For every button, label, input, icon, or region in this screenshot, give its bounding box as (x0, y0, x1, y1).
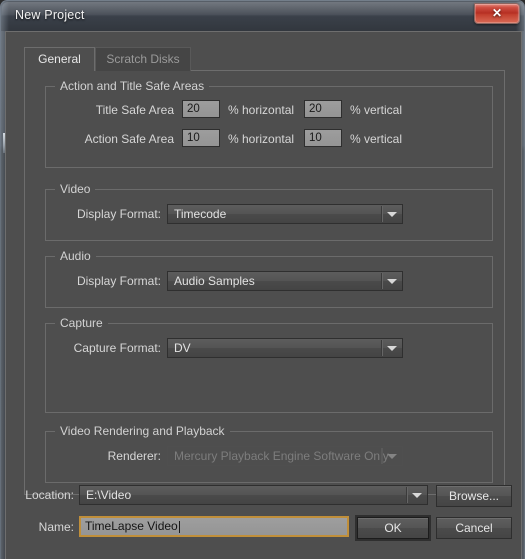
chevron-down-icon (387, 212, 397, 217)
action-safe-area-label: Action Safe Area (84, 132, 174, 146)
capture-format-label: Capture Format: (73, 341, 161, 355)
group-capture: Capture Capture Format: DV (45, 316, 493, 413)
group-video-rendering-and-playback: Video Rendering and Playback Renderer: M… (45, 424, 493, 483)
title-safe-area-horizontal-input[interactable]: 20 (182, 100, 220, 118)
new-project-dialog-window: New Project ✕ General Scratch Disks Acti… (0, 0, 525, 559)
chevron-down-icon (387, 454, 397, 459)
title-safe-vertical-unit-label: % vertical (350, 103, 403, 117)
video-display-format-value: Timecode (174, 207, 227, 221)
tab-scratch-disks[interactable]: Scratch Disks (95, 47, 191, 71)
action-safe-area-vertical-input[interactable]: 10 (304, 129, 342, 147)
video-display-format-separator (381, 206, 383, 222)
renderer-label: Renderer: (107, 449, 161, 463)
tab-general[interactable]: General (24, 47, 95, 71)
close-button[interactable]: ✕ (474, 3, 520, 24)
audio-display-format-dropdown[interactable]: Audio Samples (167, 271, 403, 291)
chevron-down-icon (412, 493, 422, 498)
audio-display-format-separator (381, 273, 383, 289)
cancel-button[interactable]: Cancel (436, 517, 512, 539)
video-display-format-label: Display Format: (76, 207, 161, 221)
location-dropdown[interactable]: E:\Video (79, 485, 428, 505)
location-separator (406, 487, 408, 503)
action-safe-area-horizontal-input[interactable]: 10 (182, 129, 220, 147)
group-title-capture: Capture (55, 316, 108, 330)
tab-panel-general: Action and Title Safe Areas Title Safe A… (24, 70, 505, 495)
renderer-value: Mercury Playback Engine Software Only (174, 449, 389, 463)
capture-format-separator (381, 340, 383, 356)
group-title-rendering: Video Rendering and Playback (55, 424, 230, 438)
close-icon: ✕ (491, 6, 503, 20)
tab-panel-seam (25, 70, 94, 71)
title-safe-area-vertical-input[interactable]: 20 (304, 100, 342, 118)
action-safe-horizontal-unit-label: % horizontal (228, 132, 295, 146)
chevron-down-icon (387, 279, 397, 284)
ok-button[interactable]: OK (357, 517, 429, 539)
location-value: E:\Video (86, 488, 132, 502)
renderer-dropdown: Mercury Playback Engine Software Only (167, 446, 403, 466)
group-action-and-title-safe-areas: Action and Title Safe Areas Title Safe A… (45, 79, 493, 168)
capture-format-dropdown[interactable]: DV (167, 338, 403, 358)
chevron-down-icon (387, 346, 397, 351)
group-title-video: Video (55, 182, 96, 196)
title-safe-area-label: Title Safe Area (95, 103, 174, 117)
action-safe-vertical-unit-label: % vertical (350, 132, 403, 146)
capture-format-value: DV (174, 341, 191, 355)
browse-button[interactable]: Browse... (436, 485, 512, 507)
dialog-body: General Scratch Disks Action and Title S… (5, 31, 522, 559)
name-input-value: TimeLapse Video (85, 519, 178, 533)
group-title-audio: Audio (55, 249, 96, 263)
text-caret (179, 521, 180, 533)
title-safe-horizontal-unit-label: % horizontal (228, 103, 295, 117)
location-label: Location: (25, 488, 74, 502)
audio-display-format-value: Audio Samples (174, 274, 255, 288)
audio-display-format-label: Display Format: (76, 274, 161, 288)
group-title-safe-areas: Action and Title Safe Areas (55, 79, 210, 93)
window-title: New Project (15, 8, 85, 22)
video-display-format-dropdown[interactable]: Timecode (167, 204, 403, 224)
renderer-separator (381, 448, 383, 464)
group-audio: Audio Display Format: Audio Samples (45, 249, 493, 308)
window-frame: New Project ✕ General Scratch Disks Acti… (0, 0, 525, 559)
name-input[interactable]: TimeLapse Video (79, 516, 349, 537)
name-label: Name: (38, 520, 74, 534)
title-bar[interactable]: New Project ✕ (1, 1, 524, 31)
group-video: Video Display Format: Timecode (45, 182, 493, 241)
